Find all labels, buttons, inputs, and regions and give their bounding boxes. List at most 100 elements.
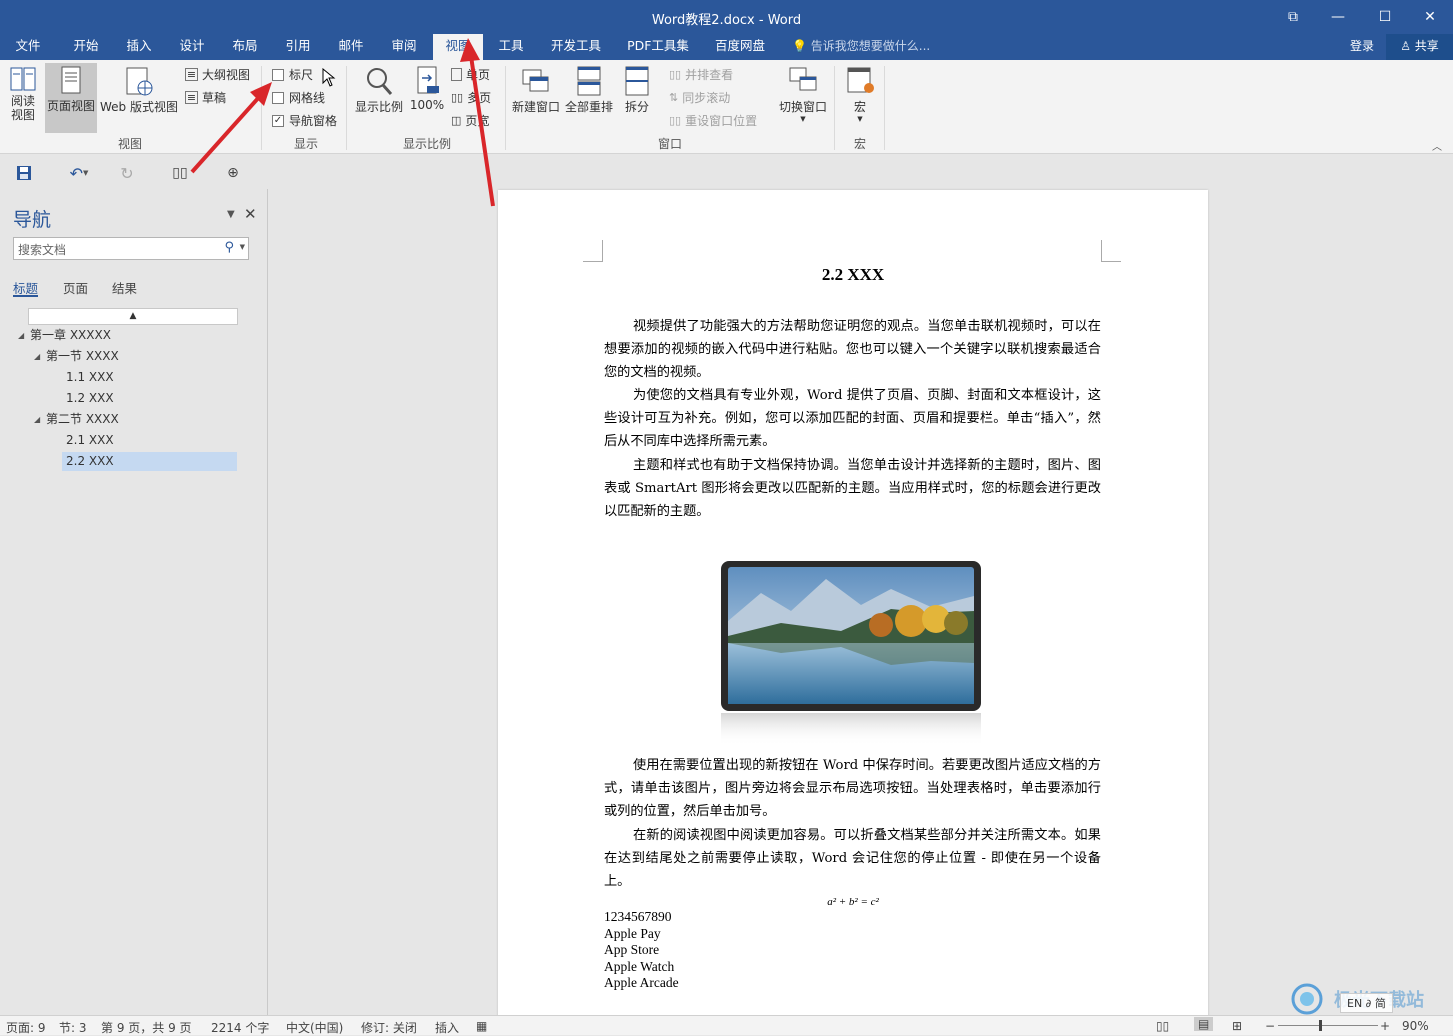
web-layout-button[interactable]: Web 版式视图: [98, 64, 180, 130]
lake-photo-icon: [721, 561, 981, 746]
one-page-button[interactable]: 单页: [451, 66, 490, 83]
multiple-pages-button[interactable]: ▯▯ 多页: [451, 89, 491, 106]
zoom-button[interactable]: 显示比例: [352, 64, 406, 130]
tree-item-section-2[interactable]: 第二节 XXXX: [46, 410, 236, 429]
tab-developer[interactable]: 开发工具: [544, 34, 608, 60]
landscape-image[interactable]: [721, 561, 981, 746]
tell-me-box[interactable]: 💡 告诉我您想要做什么...: [792, 34, 930, 60]
tab-layout[interactable]: 布局: [221, 34, 269, 60]
tab-pdf-tools[interactable]: PDF工具集: [622, 34, 694, 60]
maximize-button[interactable]: ☐: [1362, 0, 1408, 34]
collapse-ribbon-icon[interactable]: ︿: [1432, 138, 1442, 153]
share-label: 共享: [1414, 39, 1439, 53]
ribbon-display-options-button[interactable]: ⧉: [1270, 0, 1316, 34]
share-button[interactable]: ♙ 共享: [1386, 34, 1453, 60]
print-layout-button[interactable]: 页面视图: [45, 63, 97, 133]
tree-item-2-2[interactable]: 2.2 XXX: [62, 452, 237, 471]
nav-pane-menu-icon[interactable]: ▼: [227, 209, 235, 220]
read-mode-status-icon[interactable]: ▯▯: [1156, 1019, 1169, 1033]
outline-icon: ≡: [185, 68, 198, 81]
status-insert-mode[interactable]: 插入: [435, 1019, 459, 1036]
macro-record-icon[interactable]: ▦: [476, 1019, 487, 1033]
collapse-all-bar[interactable]: ▲: [28, 308, 238, 325]
globe-icon: ⊕: [227, 165, 239, 181]
redo-button[interactable]: ↻: [117, 163, 137, 183]
title-bar: Word教程2.docx - Word ⧉ — ☐ ✕: [0, 0, 1453, 34]
tree-item-section-1[interactable]: 第一节 XXXX: [46, 347, 236, 366]
status-track-changes[interactable]: 修订: 关闭: [361, 1019, 417, 1036]
web-qat-button[interactable]: ⊕: [223, 163, 243, 183]
arrange-all-label: 全部重排: [564, 100, 613, 114]
nav-pane-checkbox[interactable]: ✓ 导航窗格: [272, 112, 337, 129]
zoom-in-button[interactable]: +: [1380, 1019, 1390, 1033]
expand-triangle-icon[interactable]: ◢: [34, 415, 40, 424]
nav-tab-results[interactable]: 结果: [112, 278, 137, 297]
ruler-checkbox[interactable]: 标尺: [272, 66, 313, 83]
show-group-label: 显示: [293, 137, 318, 151]
status-page[interactable]: 页面: 9: [6, 1019, 46, 1036]
ime-indicator[interactable]: EN ∂ 简: [1340, 993, 1393, 1013]
tree-item-2-1[interactable]: 2.1 XXX: [62, 431, 237, 450]
tree-item-1-1[interactable]: 1.1 XXX: [62, 368, 237, 387]
tab-view[interactable]: 视图: [433, 34, 483, 60]
tab-tools[interactable]: 工具: [488, 34, 534, 60]
gridlines-checkbox[interactable]: 网格线: [272, 89, 325, 106]
new-window-button[interactable]: 新建窗口: [510, 64, 562, 130]
read-mode-button[interactable]: 阅读 视图: [4, 64, 42, 130]
status-language[interactable]: 中文(中国): [286, 1019, 343, 1036]
status-section[interactable]: 节: 3: [59, 1019, 87, 1036]
status-word-count[interactable]: 2214 个字: [211, 1019, 269, 1036]
ribbon: 阅读 视图 页面视图 Web 版式视图 ≡ 大纲视图 ≡ 草稿 视图 标尺 网格…: [0, 60, 1453, 154]
login-button[interactable]: 登录: [1350, 34, 1374, 58]
draft-button[interactable]: ≡ 草稿: [185, 89, 226, 106]
paragraph: 在新的阅读视图中阅读更加容易。可以折叠文档某些部分并关注所需文本。如果在达到结尾…: [604, 828, 1101, 890]
print-layout-status-icon[interactable]: ▤: [1194, 1017, 1214, 1031]
tree-item-1-2[interactable]: 1.2 XXX: [62, 389, 237, 408]
nav-search-input[interactable]: 搜索文档 ⚲ ▼: [13, 237, 249, 260]
gridlines-label: 网格线: [289, 91, 326, 105]
page-width-button[interactable]: ◫ 页宽: [451, 112, 489, 129]
outline-button[interactable]: ≡ 大纲视图: [185, 66, 250, 83]
close-button[interactable]: ✕: [1407, 0, 1453, 34]
close-icon: ✕: [1424, 9, 1436, 25]
tab-references[interactable]: 引用: [274, 34, 322, 60]
tab-file[interactable]: 文件: [4, 34, 52, 60]
zoom-level[interactable]: 90%: [1402, 1019, 1429, 1033]
switch-windows-button[interactable]: 切换窗口 ▼: [777, 64, 829, 134]
tab-home[interactable]: 开始: [62, 34, 110, 60]
expand-triangle-icon[interactable]: ◢: [34, 352, 40, 361]
reset-window-position-button[interactable]: ▯▯ 重设窗口位置: [669, 112, 757, 129]
tab-mailings[interactable]: 邮件: [327, 34, 375, 60]
zoom-slider-thumb[interactable]: [1319, 1020, 1322, 1031]
person-icon: ♙: [1400, 39, 1411, 53]
tab-insert[interactable]: 插入: [115, 34, 163, 60]
tab-baidu-netdisk[interactable]: 百度网盘: [708, 34, 772, 60]
status-page-of[interactable]: 第 9 页，共 9 页: [101, 1019, 192, 1036]
macros-button[interactable]: 宏 ▼: [840, 64, 880, 134]
tree-item-chapter-1[interactable]: 第一章 XXXXX: [30, 326, 238, 345]
tab-review[interactable]: 审阅: [380, 34, 428, 60]
text-line: Apple Watch: [604, 959, 675, 974]
nav-tab-pages[interactable]: 页面: [63, 278, 88, 297]
mouse-cursor-icon: [322, 68, 336, 87]
split-button[interactable]: 拆分: [617, 64, 657, 130]
save-button[interactable]: [14, 163, 34, 183]
one-page-icon: [451, 68, 462, 81]
side-by-side-qat-button[interactable]: ▯▯: [170, 163, 190, 183]
synchronous-scrolling-button[interactable]: ⇅ 同步滚动: [669, 89, 730, 106]
undo-button[interactable]: ↶ ▼: [64, 163, 94, 183]
view-side-by-side-button[interactable]: ▯▯ 并排查看: [669, 66, 733, 83]
nav-pane-close-icon[interactable]: ✕: [244, 205, 257, 223]
zoom-out-button[interactable]: −: [1265, 1019, 1275, 1033]
tab-design[interactable]: 设计: [168, 34, 216, 60]
zoom-slider-track[interactable]: [1278, 1025, 1378, 1026]
web-layout-status-icon[interactable]: ⊞: [1232, 1019, 1242, 1033]
document-page[interactable]: 2.2 XXX 视频提供了功能强大的方法帮助您证明您的观点。当您单击联机视频时，…: [498, 190, 1208, 1020]
chevron-down-icon[interactable]: ▼: [240, 243, 245, 251]
minimize-button[interactable]: —: [1315, 0, 1361, 34]
print-layout-icon: [61, 66, 81, 94]
expand-triangle-icon[interactable]: ◢: [18, 331, 24, 340]
zoom-100-button[interactable]: 100%: [408, 64, 446, 130]
search-icon[interactable]: ⚲: [224, 240, 234, 255]
arrange-all-button[interactable]: 全部重排: [563, 64, 615, 130]
